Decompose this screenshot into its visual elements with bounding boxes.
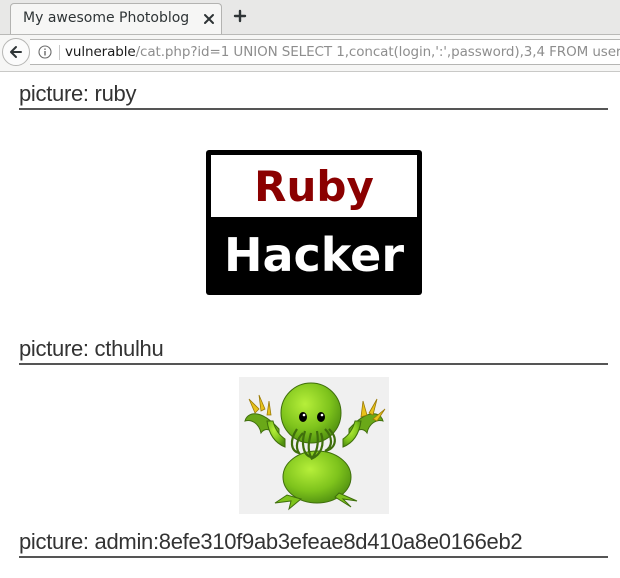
info-icon[interactable] — [38, 45, 52, 59]
ruby-logo-top-panel: Ruby — [211, 155, 417, 217]
browser-tab[interactable]: My awesome Photoblog — [10, 3, 222, 34]
close-icon[interactable] — [202, 12, 216, 26]
tab-bar: My awesome Photoblog — [0, 0, 620, 35]
tab-title: My awesome Photoblog — [23, 10, 190, 26]
address-bar[interactable]: vulnerable/cat.php?id=1 UNION SELECT 1,c… — [30, 39, 620, 65]
picture-heading-admin: picture: admin:8efe310f9ab3efeae8d410a8e… — [19, 529, 608, 558]
url-host: vulnerable — [65, 44, 136, 60]
address-separator — [59, 45, 60, 60]
hacker-logo-text: Hacker — [223, 228, 405, 282]
plus-icon[interactable] — [233, 9, 247, 23]
url-text[interactable]: vulnerable/cat.php?id=1 UNION SELECT 1,c… — [65, 44, 620, 60]
picture-heading-cthulhu: picture: cthulhu — [19, 336, 608, 365]
back-arrow-icon — [10, 46, 22, 58]
picture-heading-ruby: picture: ruby — [19, 81, 608, 110]
back-button[interactable] — [2, 38, 30, 66]
url-path: /cat.php?id=1 UNION SELECT 1,concat(logi… — [135, 44, 620, 60]
navigation-bar: vulnerable/cat.php?id=1 UNION SELECT 1,c… — [0, 35, 620, 72]
ruby-logo-text: Ruby — [254, 162, 374, 211]
cthulhu-image — [239, 377, 389, 514]
cthulhu-illustration — [244, 382, 386, 511]
ruby-hacker-image: Ruby Hacker — [206, 150, 422, 295]
